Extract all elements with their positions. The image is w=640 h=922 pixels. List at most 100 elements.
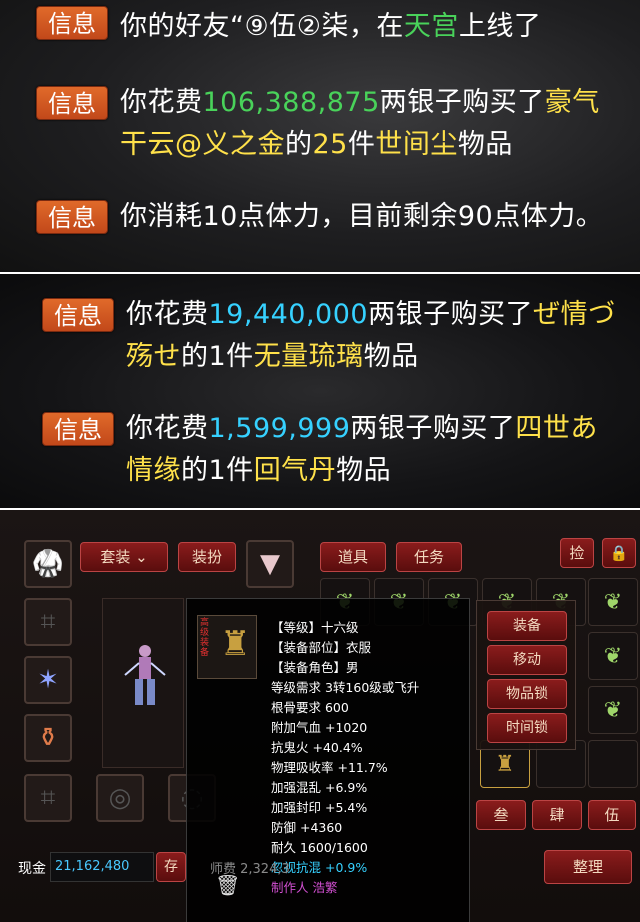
item-context-menu: 装备 移动 物品锁 时间锁 <box>476 600 576 750</box>
message-fragment: 件 <box>347 129 376 160</box>
boots-slot[interactable]: ⌗ <box>24 774 72 822</box>
info-tag: 信息 <box>36 200 108 234</box>
message-fragment: 世间尘 <box>375 129 458 160</box>
vase-icon: ⚱ <box>37 723 59 753</box>
cash-label: 现金 <box>18 861 46 877</box>
armor-icon: 🥋 <box>31 549 65 579</box>
dress-button[interactable]: 装扮 <box>178 542 236 572</box>
message-fragment: 情缘 <box>126 455 181 486</box>
message-fragment: 你花费 <box>126 413 209 444</box>
message-line: 殇せ的1件无量琉璃物品 <box>126 336 616 378</box>
message-fragment: 回气丹 <box>253 455 337 486</box>
message-line: 情缘的1件回气丹物品 <box>126 450 598 492</box>
tooltip-line: 【等级】十六级 <box>271 620 359 635</box>
ring-slot[interactable]: ◎ <box>96 774 144 822</box>
message-fragment: 物品 <box>336 455 392 486</box>
message-fragment: 两银子购买了 <box>379 87 545 118</box>
message-fragment: 上线了 <box>458 11 542 42</box>
item-lock-button[interactable]: 物品锁 <box>487 679 567 709</box>
message-fragment: 你花费 <box>120 87 203 118</box>
empty-slot-icon: ⌗ <box>40 606 56 637</box>
message-text: 你花费19,440,000两银子购买了ぜ情づ 殇せ的1件无量琉璃物品 <box>126 294 616 378</box>
robe-icon: ♜ <box>495 751 515 777</box>
tooltip-line: 制作人 浩繁 <box>271 880 338 895</box>
message-fragment: ぜ情づ <box>533 299 616 330</box>
suit-dropdown[interactable]: 套装 ⌄ <box>80 542 168 572</box>
item-emblem: 高级装备 ♜ <box>197 615 257 679</box>
message-fragment: 无量琉璃 <box>253 341 364 372</box>
item-cell[interactable]: ❦ <box>588 578 638 626</box>
cloak-icon: ▼ <box>260 549 280 579</box>
character-preview <box>102 598 184 768</box>
tooltip-line: 抗鬼火 +40.4% <box>271 740 363 755</box>
weapon-slot[interactable]: ⌗ <box>24 598 72 646</box>
message-fragment: 两银子购买了 <box>368 299 534 330</box>
tab-items[interactable]: 道具 <box>320 542 386 572</box>
emblem-text: 高级装备 <box>200 618 210 658</box>
info-tag: 信息 <box>42 298 114 332</box>
deposit-button[interactable]: 存 <box>156 852 186 882</box>
tooltip-line: 加强混乱 +6.9% <box>271 780 368 795</box>
tooltip-line: 【装备角色】男 <box>271 660 359 675</box>
item-cell[interactable]: ❦ <box>588 686 638 734</box>
lock-button[interactable]: 🔒 <box>602 538 636 568</box>
tooltip-line: 耐久 1600/1600 <box>271 840 368 855</box>
herb-icon: ❦ <box>603 697 623 723</box>
item-cell[interactable] <box>588 740 638 788</box>
message-stamina: 信息 你消耗10点体力，目前剩余90点体力。 <box>0 196 632 238</box>
info-tag: 信息 <box>42 412 114 446</box>
message-fragment: 物品 <box>363 341 419 372</box>
tab-tasks[interactable]: 任务 <box>396 542 462 572</box>
character-icon <box>124 645 166 705</box>
message-fragment: 你的好友“⑨伍②柒，在 <box>120 11 404 42</box>
time-lock-button[interactable]: 时间锁 <box>487 713 567 743</box>
message-line: 你消耗10点体力，目前剩余90点体力。 <box>120 196 603 238</box>
message-purchase: 信息 你花费106,388,875两银子购买了豪气 干云@义之金的25件世间尘物品 <box>0 82 632 166</box>
page-3[interactable]: 叁 <box>476 800 526 830</box>
chat-panel-1: 信息 你的好友“⑨伍②柒，在天宫上线了 信息 你花费106,388,875两银子… <box>0 0 640 272</box>
message-purchase: 信息 你花费19,440,000两银子购买了ぜ情づ 殇せ的1件无量琉璃物品 <box>0 294 632 378</box>
message-line: 你花费19,440,000两银子购买了ぜ情づ <box>126 294 616 336</box>
pick-button[interactable]: 捡 <box>560 538 594 568</box>
chat-panel-2: 信息 你花费19,440,000两银子购买了ぜ情づ 殇せ的1件无量琉璃物品 信息 … <box>0 272 640 508</box>
belt-slot[interactable]: ⚱ <box>24 714 72 762</box>
info-tag: 信息 <box>36 6 108 40</box>
message-line: 你的好友“⑨伍②柒，在天宫上线了 <box>120 6 541 48</box>
empty-slot-icon: ◎ <box>108 783 132 813</box>
message-fragment: 你花费 <box>126 299 209 330</box>
item-cell[interactable]: ❦ <box>588 632 638 680</box>
message-text: 你消耗10点体力，目前剩余90点体力。 <box>120 196 603 238</box>
empty-slot-icon: ⌗ <box>40 782 56 813</box>
herb-icon: ❦ <box>603 643 623 669</box>
message-text: 你花费106,388,875两银子购买了豪气 干云@义之金的25件世间尘物品 <box>120 82 600 166</box>
tooltip-line: 物理吸收率 +11.7% <box>271 760 388 775</box>
inventory-window: 🥋 ⌗ ✶ ⚱ ⌗ ◎ ◌ 套装 ⌄ 装扮 ▼ 道具 任务 捡 🔒 ❦ ❦ ❦ … <box>0 508 640 922</box>
message-fragment: 的 <box>285 129 313 160</box>
message-online: 信息 你的好友“⑨伍②柒，在天宫上线了 <box>0 6 632 48</box>
info-tag: 信息 <box>36 86 108 120</box>
message-fragment: 19,440,000 <box>208 299 369 330</box>
message-text: 你的好友“⑨伍②柒，在天宫上线了 <box>120 6 541 48</box>
cloak-slot[interactable]: ▼ <box>246 540 294 588</box>
armor-slot[interactable]: 🥋 <box>24 540 72 588</box>
robe-icon: ♜ <box>220 624 251 664</box>
equip-button[interactable]: 装备 <box>487 611 567 641</box>
message-fragment: 物品 <box>457 129 513 160</box>
sort-button[interactable]: 整理 <box>544 850 632 884</box>
page-5[interactable]: 伍 <box>588 800 636 830</box>
tooltip-line: 防御 +4360 <box>271 820 343 835</box>
tooltip-line: 【装备部位】衣服 <box>271 640 372 655</box>
message-fragment: 25 <box>312 129 348 160</box>
message-text: 你花费1,599,999两银子购买了四世あ 情缘的1件回气丹物品 <box>126 408 598 492</box>
message-fragment: 的1件 <box>181 341 254 372</box>
message-fragment: 你消耗10点体力，目前剩余90点体力。 <box>120 201 604 232</box>
message-line: 你花费106,388,875两银子购买了豪气 <box>120 82 600 124</box>
tooltip-line: 加强封印 +5.4% <box>271 800 368 815</box>
tooltip-line: 附加气血 +1020 <box>271 720 368 735</box>
message-fragment: 的1件 <box>181 455 254 486</box>
move-button[interactable]: 移动 <box>487 645 567 675</box>
message-fragment: 1,599,999 <box>208 413 351 444</box>
message-fragment: 豪气 <box>544 87 600 118</box>
weapon-slot[interactable]: ✶ <box>24 656 72 704</box>
page-4[interactable]: 肆 <box>532 800 582 830</box>
